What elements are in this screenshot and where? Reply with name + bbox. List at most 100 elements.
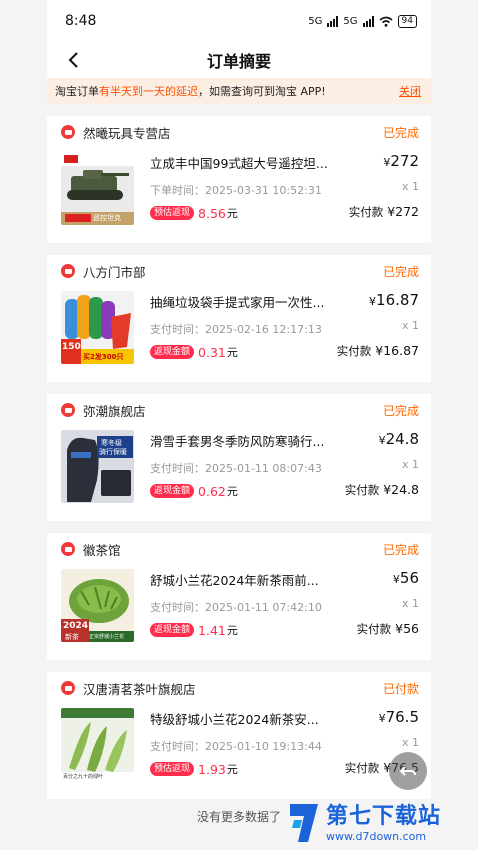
battery-icon: 94 bbox=[397, 14, 417, 28]
order-time: 支付时间：2025-01-11 08:07:43 bbox=[150, 462, 322, 475]
rebate-amount: 8.56 bbox=[198, 205, 226, 221]
shop-name: 徽茶馆 bbox=[83, 542, 121, 558]
shop-row[interactable]: 徽茶馆 已完成 bbox=[47, 533, 431, 565]
product-info: 特级舒城小兰花2024新茶安... 支付时间：2025-01-10 19:13:… bbox=[134, 704, 419, 784]
shop-name: 八方门市部 bbox=[83, 264, 146, 280]
rebate-badge: 预估返现 bbox=[150, 762, 195, 776]
product-image-text: 买2发300只 bbox=[83, 353, 124, 361]
page-title: 订单摘要 bbox=[206, 52, 271, 71]
shop-row[interactable]: 汉唐清茗茶叶旗舰店 已付款 bbox=[47, 672, 431, 704]
notice-text: 淘宝订单有半天到一天的延迟，如需查询可到淘宝 APP! bbox=[55, 85, 326, 98]
order-card[interactable]: 徽茶馆 已完成 2024 新茶 正宗舒城小兰花 舒城小兰花2024年新茶雨前..… bbox=[47, 533, 431, 660]
order-status: 已完成 bbox=[382, 403, 419, 418]
order-status: 已完成 bbox=[382, 125, 419, 140]
rebate-unit: 元 bbox=[226, 346, 238, 359]
order-body: 2024 新茶 正宗舒城小兰花 舒城小兰花2024年新茶雨前... 支付时间：2… bbox=[47, 565, 431, 645]
order-body: 寒冬级 骑行保暖 滑雪手套男冬季防风防寒骑行... 支付时间：2025-01-1… bbox=[47, 426, 431, 506]
product-quantity: x 1 bbox=[401, 458, 419, 471]
product-image[interactable]: 百分之九十的绿叶 bbox=[61, 708, 134, 781]
product-title[interactable]: 特级舒城小兰花2024新茶安... bbox=[150, 709, 342, 728]
rebate-unit: 元 bbox=[226, 207, 238, 220]
product-image-text: 正宗舒城小兰花 bbox=[89, 634, 125, 640]
product-image[interactable]: 150 买2发300只 bbox=[61, 291, 134, 364]
scroll-top-button[interactable] bbox=[389, 752, 427, 790]
product-image[interactable]: 遥控坦克 bbox=[61, 152, 134, 225]
product-info: 立成丰中国99式超大号遥控坦... 下单时间：2025-03-31 10:52:… bbox=[134, 148, 419, 228]
product-image-text: 百分之九十的绿叶 bbox=[63, 774, 104, 780]
product-image-text: 150 bbox=[62, 342, 81, 352]
rebate-badge: 预估返现 bbox=[150, 206, 195, 220]
rebate-badge: 返现金额 bbox=[150, 484, 195, 498]
status-time: 8:48 bbox=[65, 13, 97, 29]
watermark: 第七下载站 www.d7down.com bbox=[286, 798, 441, 848]
product-image-text: 骑行保暖 bbox=[99, 448, 127, 456]
paid-amount: 实付款 ¥272 bbox=[348, 204, 419, 219]
order-body: 150 买2发300只 抽绳垃圾袋手提式家用一次性... 支付时间：2025-0… bbox=[47, 287, 431, 367]
product-quantity: x 1 bbox=[401, 736, 419, 749]
product-quantity: x 1 bbox=[401, 180, 419, 193]
network-label-1: 5G bbox=[308, 15, 323, 27]
order-card[interactable]: 汉唐清茗茶叶旗舰店 已付款 百分之九十的绿叶 特级舒城小兰花2024新茶安...… bbox=[47, 672, 431, 799]
signal-icon bbox=[327, 15, 339, 27]
product-image-text: 新茶 bbox=[65, 633, 79, 641]
product-info: 抽绳垃圾袋手提式家用一次性... 支付时间：2025-02-16 12:17:1… bbox=[134, 287, 419, 367]
product-image-text: 2024 bbox=[63, 621, 89, 631]
order-time: 下单时间：2025-03-31 10:52:31 bbox=[150, 184, 322, 197]
product-image[interactable]: 寒冬级 骑行保暖 bbox=[61, 430, 134, 503]
shop-name: 汉唐清茗茶叶旗舰店 bbox=[83, 681, 196, 697]
wifi-icon bbox=[379, 16, 393, 27]
shop-name: 然曦玩具专营店 bbox=[83, 125, 171, 141]
product-title[interactable]: 滑雪手套男冬季防风防寒骑行... bbox=[150, 431, 342, 450]
product-info: 舒城小兰花2024年新茶雨前... 支付时间：2025-01-11 07:42:… bbox=[134, 565, 419, 645]
product-price: ¥16.87 bbox=[369, 291, 419, 309]
order-list: 然曦玩具专营店 已完成 遥控坦克 立成丰中国99式超大号遥控坦... 下单时间：… bbox=[47, 104, 431, 799]
shop-icon bbox=[61, 542, 75, 556]
signal-icon-2 bbox=[362, 15, 374, 27]
paid-amount: 实付款 ¥16.87 bbox=[336, 343, 419, 358]
order-status: 已完成 bbox=[382, 264, 419, 279]
order-card[interactable]: 然曦玩具专营店 已完成 遥控坦克 立成丰中国99式超大号遥控坦... 下单时间：… bbox=[47, 116, 431, 243]
product-info: 滑雪手套男冬季防风防寒骑行... 支付时间：2025-01-11 08:07:4… bbox=[134, 426, 419, 506]
product-image-text: 遥控坦克 bbox=[93, 214, 121, 222]
watermark-name: 第七下载站 bbox=[326, 803, 442, 829]
product-title[interactable]: 抽绳垃圾袋手提式家用一次性... bbox=[150, 292, 342, 311]
shop-icon bbox=[61, 125, 75, 139]
product-price: ¥56 bbox=[392, 569, 419, 587]
shop-row[interactable]: 弥潮旗舰店 已完成 bbox=[47, 394, 431, 426]
app-frame: 8:48 5G 5G 94 订单摘要 淘宝订单有半天到一天的延迟，如需查询可到淘… bbox=[47, 0, 431, 850]
rebate-amount: 1.93 bbox=[198, 761, 226, 777]
order-body: 百分之九十的绿叶 特级舒城小兰花2024新茶安... 支付时间：2025-01-… bbox=[47, 704, 431, 784]
order-card[interactable]: 弥潮旗舰店 已完成 寒冬级 骑行保暖 滑雪手套男冬季防风防寒骑行... 支付时间… bbox=[47, 394, 431, 521]
chevron-left-icon bbox=[68, 52, 78, 68]
rebate-unit: 元 bbox=[226, 763, 238, 776]
product-price: ¥272 bbox=[383, 152, 419, 170]
rebate-amount: 1.41 bbox=[198, 622, 226, 638]
shop-name: 弥潮旗舰店 bbox=[83, 403, 146, 419]
product-title[interactable]: 舒城小兰花2024年新茶雨前... bbox=[150, 570, 342, 589]
product-image[interactable]: 2024 新茶 正宗舒城小兰花 bbox=[61, 569, 134, 642]
product-quantity: x 1 bbox=[401, 319, 419, 332]
watermark-logo-icon bbox=[290, 804, 318, 842]
rebate-badge: 返现金额 bbox=[150, 623, 195, 637]
order-status: 已付款 bbox=[382, 681, 419, 696]
paid-amount: 实付款 ¥56 bbox=[356, 621, 419, 636]
order-time: 支付时间：2025-01-11 07:42:10 bbox=[150, 601, 322, 614]
back-button[interactable] bbox=[61, 48, 85, 72]
shop-row[interactable]: 八方门市部 已完成 bbox=[47, 255, 431, 287]
rebate-unit: 元 bbox=[226, 485, 238, 498]
return-arrow-icon bbox=[399, 766, 416, 776]
order-status: 已完成 bbox=[382, 542, 419, 557]
rebate-amount: 0.31 bbox=[198, 344, 226, 360]
notice-close-link[interactable]: 关闭 bbox=[399, 83, 421, 99]
shop-icon bbox=[61, 403, 75, 417]
rebate-unit: 元 bbox=[226, 624, 238, 637]
network-label-2: 5G bbox=[343, 15, 358, 27]
product-price: ¥76.5 bbox=[378, 708, 419, 726]
rebate-badge: 返现金额 bbox=[150, 345, 195, 359]
product-title[interactable]: 立成丰中国99式超大号遥控坦... bbox=[150, 153, 342, 172]
rebate-amount: 0.62 bbox=[198, 483, 226, 499]
delay-notice: 淘宝订单有半天到一天的延迟，如需查询可到淘宝 APP! 关闭 bbox=[47, 78, 431, 104]
shop-row[interactable]: 然曦玩具专营店 已完成 bbox=[47, 116, 431, 148]
order-card[interactable]: 八方门市部 已完成 150 买2发300只 抽绳垃圾袋手提式家用一次性... 支… bbox=[47, 255, 431, 382]
status-bar: 8:48 5G 5G 94 bbox=[47, 0, 431, 42]
